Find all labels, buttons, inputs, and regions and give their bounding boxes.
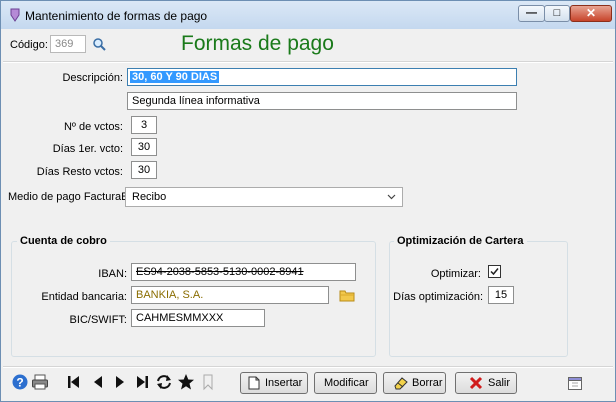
descripcion-label: Descripción: bbox=[62, 72, 123, 84]
maximize-icon: □ bbox=[553, 7, 561, 19]
window-title: Mantenimiento de formas de pago bbox=[25, 9, 208, 23]
minimize-button[interactable]: — bbox=[518, 5, 545, 22]
bic-label: BIC/SWIFT: bbox=[69, 314, 127, 326]
dias-resto-field[interactable]: 30 bbox=[131, 161, 157, 179]
close-icon: ✕ bbox=[585, 6, 597, 20]
optimizar-checkbox[interactable] bbox=[488, 265, 501, 278]
previous-record-icon[interactable] bbox=[89, 373, 107, 391]
insertar-label: Insertar bbox=[265, 377, 303, 389]
cuenta-cobro-title: Cuenta de cobro bbox=[17, 235, 110, 247]
form-client-area: Código: 369 Formas de pago Descripción: … bbox=[3, 29, 613, 399]
title-bar: Mantenimiento de formas de pago — □ ✕ bbox=[1, 1, 615, 29]
iban-label: IBAN: bbox=[98, 268, 127, 280]
optimizar-label: Optimizar: bbox=[430, 268, 481, 280]
entidad-label: Entidad bancaria: bbox=[41, 291, 127, 303]
optimizacion-title: Optimización de Cartera bbox=[394, 235, 527, 247]
code-label: Código: bbox=[10, 39, 48, 51]
help-icon[interactable]: ? bbox=[11, 373, 29, 391]
dias-resto-label: Días Resto vctos: bbox=[36, 166, 123, 178]
last-record-icon[interactable] bbox=[133, 373, 151, 391]
svg-text:?: ? bbox=[16, 376, 23, 390]
iban-field[interactable]: ES94-2038-5853-5130-0002-8941 bbox=[131, 263, 356, 281]
next-record-icon[interactable] bbox=[111, 373, 129, 391]
descripcion-field[interactable]: 30, 60 Y 90 DIAS bbox=[127, 68, 517, 86]
code-field[interactable]: 369 bbox=[50, 35, 86, 53]
modificar-button[interactable]: Modificar bbox=[314, 372, 377, 394]
header-divider bbox=[3, 61, 613, 63]
close-button[interactable]: ✕ bbox=[570, 5, 612, 22]
calendar-icon[interactable] bbox=[567, 375, 583, 391]
dias-1er-field[interactable]: 30 bbox=[131, 138, 157, 156]
medio-pago-label: Medio de pago FacturaE: bbox=[8, 191, 132, 203]
first-record-icon[interactable] bbox=[65, 373, 83, 391]
new-document-icon bbox=[248, 376, 260, 390]
star-icon[interactable] bbox=[177, 373, 195, 391]
salir-label: Salir bbox=[488, 377, 511, 389]
entidad-field[interactable]: BANKIA, S.A. bbox=[131, 286, 329, 304]
dias-optimizacion-label: Días optimización: bbox=[393, 291, 483, 303]
descripcion-selected-text: 30, 60 Y 90 DIAS bbox=[130, 71, 220, 83]
folder-icon[interactable] bbox=[339, 289, 355, 302]
linea2-field[interactable]: Segunda línea informativa bbox=[127, 92, 517, 110]
borrar-label: Borrar bbox=[412, 377, 443, 389]
num-vctos-field[interactable]: 3 bbox=[131, 116, 157, 134]
modificar-label: Modificar bbox=[324, 377, 369, 389]
toolbar-divider bbox=[3, 366, 613, 368]
minimize-icon: — bbox=[526, 7, 537, 19]
iban-value: ES94-2038-5853-5130-0002-8941 bbox=[136, 266, 304, 278]
page-title: Formas de pago bbox=[181, 32, 334, 55]
borrar-button[interactable]: Borrar bbox=[383, 372, 446, 394]
medio-pago-value: Recibo bbox=[132, 191, 167, 203]
medio-pago-select[interactable]: Recibo bbox=[125, 187, 403, 207]
refresh-icon[interactable] bbox=[155, 373, 173, 391]
eraser-icon bbox=[394, 377, 408, 390]
print-icon[interactable] bbox=[31, 373, 49, 391]
dias-optimizacion-field[interactable]: 15 bbox=[488, 286, 514, 304]
bookmark-icon[interactable] bbox=[199, 373, 217, 391]
salir-button[interactable]: Salir bbox=[455, 372, 517, 394]
dias-1er-label: Días 1er. vcto: bbox=[52, 143, 123, 155]
chevron-down-icon bbox=[387, 194, 396, 200]
insertar-button[interactable]: Insertar bbox=[240, 372, 308, 394]
maximize-button[interactable]: □ bbox=[544, 5, 570, 22]
app-icon bbox=[10, 8, 20, 22]
num-vctos-label: Nº de vctos: bbox=[63, 121, 123, 133]
app-window: Mantenimiento de formas de pago — □ ✕ Có… bbox=[0, 0, 616, 402]
search-icon[interactable] bbox=[92, 37, 106, 51]
exit-icon bbox=[469, 376, 483, 390]
bic-field[interactable]: CAHMESMMXXX bbox=[131, 309, 265, 327]
